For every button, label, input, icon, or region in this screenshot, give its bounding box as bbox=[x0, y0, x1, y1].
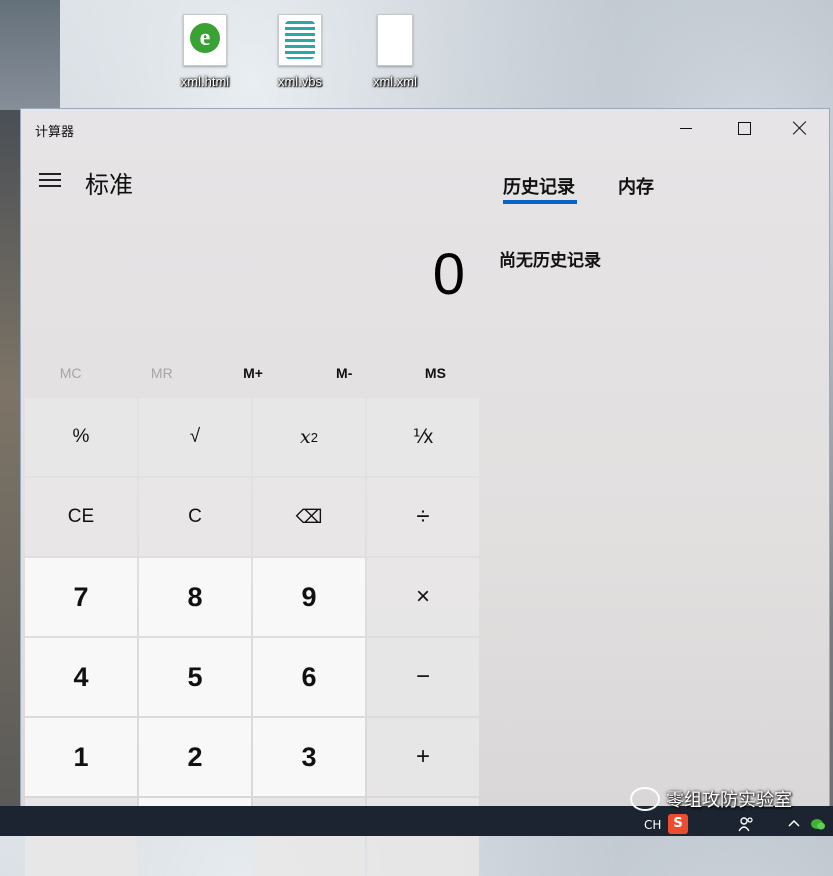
memory-clear-button[interactable]: MC bbox=[25, 357, 116, 389]
desktop-icon-xml-vbs[interactable]: xml.vbs bbox=[255, 14, 345, 89]
subtract-button[interactable]: − bbox=[367, 638, 479, 716]
maximize-icon bbox=[737, 121, 751, 135]
desktop-icon-label: xml.vbs bbox=[277, 74, 323, 89]
keypad: % √ x2 ⅟x CE C ⌫ ÷ 7 8 9 × 4 5 6 − 1 2 3… bbox=[25, 398, 481, 876]
history-empty-message: 尚无历史记录 bbox=[499, 251, 601, 271]
watermark: 零组攻防实验室 bbox=[630, 786, 792, 812]
wechat-watermark-icon bbox=[630, 787, 660, 811]
result-display: 0 bbox=[432, 242, 465, 307]
memory-add-button[interactable]: M+ bbox=[207, 357, 298, 389]
minimize-icon bbox=[680, 127, 692, 129]
vbs-script-file-icon bbox=[278, 14, 322, 66]
memory-store-button[interactable]: MS bbox=[390, 357, 481, 389]
input-language-indicator[interactable]: CH bbox=[644, 818, 661, 832]
sogou-ime-icon[interactable]: S bbox=[668, 814, 688, 834]
digit-7-button[interactable]: 7 bbox=[25, 558, 137, 636]
close-icon bbox=[793, 121, 807, 135]
tab-memory[interactable]: 内存 bbox=[618, 173, 654, 199]
digit-2-button[interactable]: 2 bbox=[139, 718, 251, 796]
backspace-button[interactable]: ⌫ bbox=[253, 478, 365, 556]
desktop-icon-xml-html[interactable]: e xml.html bbox=[160, 14, 250, 89]
watermark-text: 零组攻防实验室 bbox=[666, 790, 792, 811]
desktop-icon-xml-xml[interactable]: xml.xml bbox=[350, 14, 440, 89]
memory-recall-button[interactable]: MR bbox=[116, 357, 207, 389]
backspace-icon: ⌫ bbox=[295, 506, 323, 528]
digit-3-button[interactable]: 3 bbox=[253, 718, 365, 796]
title-bar[interactable]: 计算器 bbox=[21, 109, 829, 147]
hamburger-menu-icon[interactable] bbox=[39, 173, 61, 189]
digit-5-button[interactable]: 5 bbox=[139, 638, 251, 716]
desktop-wallpaper-top bbox=[0, 0, 60, 110]
digit-9-button[interactable]: 9 bbox=[253, 558, 365, 636]
close-button[interactable] bbox=[771, 109, 829, 147]
ie-html-file-icon: e bbox=[183, 14, 227, 66]
people-icon[interactable] bbox=[738, 816, 754, 832]
multiply-button[interactable]: × bbox=[367, 558, 479, 636]
digit-1-button[interactable]: 1 bbox=[25, 718, 137, 796]
digit-6-button[interactable]: 6 bbox=[253, 638, 365, 716]
wechat-icon[interactable] bbox=[810, 816, 826, 832]
digit-4-button[interactable]: 4 bbox=[25, 638, 137, 716]
blank-file-icon bbox=[377, 14, 413, 66]
window-title: 计算器 bbox=[35, 125, 75, 140]
memory-subtract-button[interactable]: M- bbox=[299, 357, 390, 389]
desktop-icon-label: xml.html bbox=[180, 74, 230, 89]
tab-history[interactable]: 历史记录 bbox=[503, 173, 575, 199]
maximize-button[interactable] bbox=[715, 109, 773, 147]
square-root-button[interactable]: √ bbox=[139, 398, 251, 476]
square-exponent: 2 bbox=[310, 429, 318, 445]
mode-title: 标准 bbox=[85, 171, 133, 199]
show-hidden-icons-chevron-icon[interactable] bbox=[786, 816, 802, 832]
square-button[interactable]: x2 bbox=[253, 398, 365, 476]
clear-button[interactable]: C bbox=[139, 478, 251, 556]
square-base: x bbox=[300, 426, 311, 448]
digit-8-button[interactable]: 8 bbox=[139, 558, 251, 636]
reciprocal-button[interactable]: ⅟x bbox=[367, 398, 479, 476]
add-button[interactable]: + bbox=[367, 718, 479, 796]
divide-button[interactable]: ÷ bbox=[367, 478, 479, 556]
minimize-button[interactable] bbox=[657, 109, 715, 147]
desktop-icon-label: xml.xml bbox=[372, 74, 418, 89]
memory-row: MC MR M+ M- MS bbox=[25, 357, 481, 389]
clear-entry-button[interactable]: CE bbox=[25, 478, 137, 556]
calculator-window: 计算器 标准 0 MC MR M+ M- MS % √ x2 ⅟x CE C ⌫ bbox=[20, 108, 830, 876]
active-tab-indicator bbox=[503, 200, 577, 204]
percent-button[interactable]: % bbox=[25, 398, 137, 476]
